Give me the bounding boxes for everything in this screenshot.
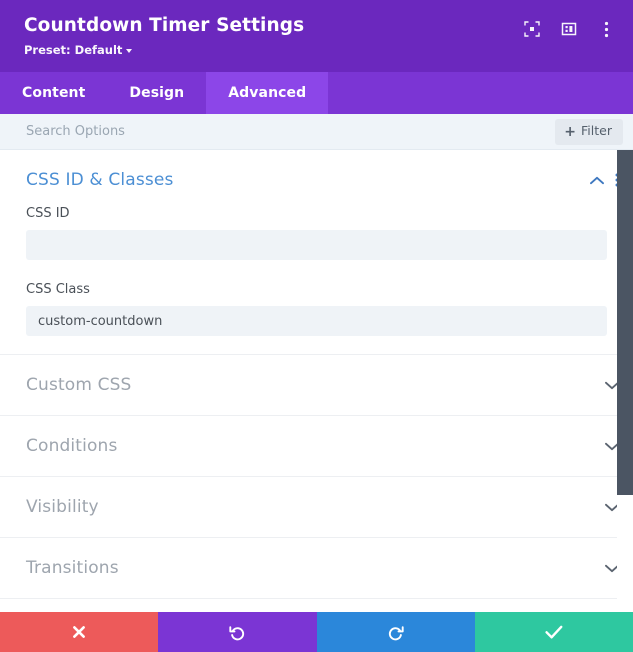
- section-custom-css[interactable]: Custom CSS: [0, 355, 633, 416]
- section-css-id-classes-header[interactable]: CSS ID & Classes: [0, 150, 633, 206]
- settings-body: CSS ID & Classes CSS ID CSS Class custom…: [0, 150, 633, 612]
- tab-content[interactable]: Content: [0, 72, 107, 114]
- more-options-icon[interactable]: [597, 20, 615, 38]
- modal-header: Countdown Timer Settings Preset: Default: [0, 0, 633, 72]
- field-css-class: CSS Class: [0, 282, 633, 336]
- scrollbar-track[interactable]: [617, 150, 633, 612]
- settings-modal: Countdown Timer Settings Preset: Default: [0, 0, 633, 652]
- preset-label: Preset: Default: [24, 43, 123, 57]
- layout-view-icon[interactable]: [560, 20, 578, 38]
- section-css-id-classes: CSS ID & Classes CSS ID CSS Class custom…: [0, 150, 633, 355]
- check-icon: [545, 625, 563, 639]
- filter-button-label: Filter: [581, 123, 612, 139]
- chevron-up-icon[interactable]: [590, 176, 604, 185]
- chevron-down-icon: [126, 48, 133, 53]
- preset-selector[interactable]: Preset: Default: [24, 42, 304, 58]
- css-id-label: CSS ID: [26, 206, 70, 221]
- section-visibility[interactable]: Visibility: [0, 477, 633, 538]
- css-class-input[interactable]: [26, 306, 607, 336]
- scrollbar-thumb[interactable]: [617, 150, 633, 495]
- section-title: Conditions: [26, 436, 118, 456]
- section-transitions[interactable]: Transitions: [0, 538, 633, 599]
- section-title: CSS ID & Classes: [26, 170, 174, 190]
- cancel-button[interactable]: [0, 612, 159, 652]
- header-title-group: Countdown Timer Settings Preset: Default: [24, 14, 304, 58]
- section-title: Custom CSS: [26, 375, 132, 395]
- redo-button[interactable]: [316, 612, 475, 652]
- css-class-label: CSS Class: [26, 282, 90, 297]
- section-title: Transitions: [26, 558, 119, 578]
- search-input[interactable]: [26, 114, 386, 149]
- close-icon: [73, 626, 86, 638]
- tab-advanced[interactable]: Advanced: [206, 72, 329, 114]
- css-id-input[interactable]: [26, 230, 607, 260]
- expand-icon[interactable]: [523, 20, 541, 38]
- filter-button[interactable]: + Filter: [555, 118, 623, 145]
- section-title: Visibility: [26, 497, 99, 517]
- tab-design[interactable]: Design: [107, 72, 206, 114]
- save-button[interactable]: [474, 612, 633, 652]
- redo-icon: [389, 625, 404, 640]
- section-header-icons: [590, 173, 619, 187]
- undo-icon: [229, 625, 244, 640]
- field-css-id: CSS ID: [0, 206, 633, 260]
- header-actions: [523, 20, 615, 38]
- modal-footer: [0, 612, 633, 652]
- page-title: Countdown Timer Settings: [24, 15, 305, 36]
- section-conditions[interactable]: Conditions: [0, 416, 633, 477]
- settings-scroll-area: CSS ID & Classes CSS ID CSS Class custom…: [0, 150, 633, 612]
- search-row: + Filter: [0, 114, 633, 150]
- plus-icon: +: [564, 123, 577, 140]
- undo-button[interactable]: [158, 612, 317, 652]
- tab-bar: Content Design Advanced: [0, 72, 633, 114]
